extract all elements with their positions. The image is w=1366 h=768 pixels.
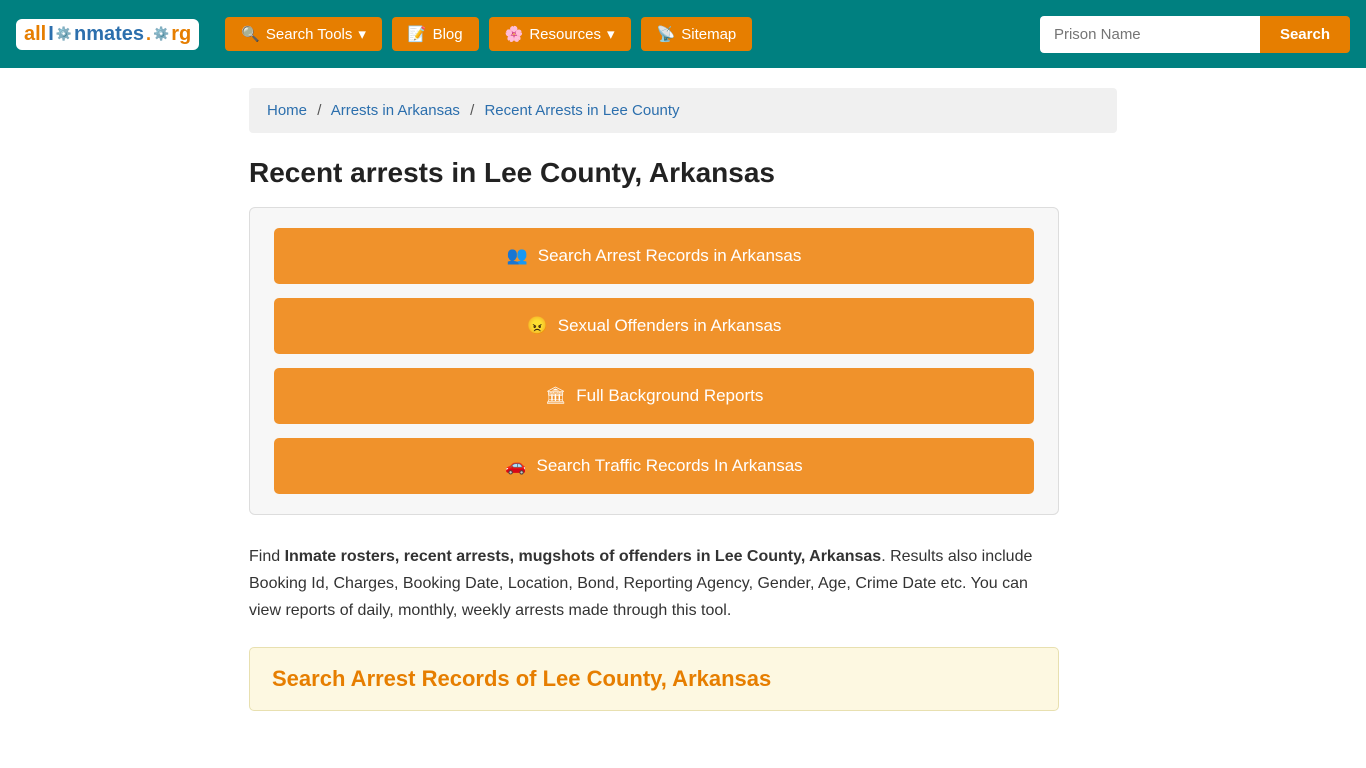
search-tools-chevron-icon: ▾ [358,25,366,43]
resources-label: Resources [529,26,601,43]
breadcrumb-current: Recent Arrests in Lee County [484,102,679,119]
description: Find Inmate rosters, recent arrests, mug… [249,543,1059,625]
traffic-records-label: Search Traffic Records In Arkansas [537,456,803,476]
blog-icon: 📝 [408,25,427,43]
traffic-records-button[interactable]: 🚗 Search Traffic Records In Arkansas [274,438,1034,494]
prison-search-button[interactable]: Search [1260,16,1350,53]
main-content: Home / Arrests in Arkansas / Recent Arre… [233,68,1133,731]
breadcrumb-arrests[interactable]: Arrests in Arkansas [331,102,460,119]
prison-search-wrap: Search [1040,16,1350,53]
sitemap-label: Sitemap [681,26,736,43]
sitemap-icon: 📡 [657,25,676,43]
sexual-offenders-icon: 😠 [527,316,548,336]
resources-button[interactable]: 🌸 Resources ▾ [489,17,631,51]
breadcrumb-home[interactable]: Home [267,102,307,119]
breadcrumb: Home / Arrests in Arkansas / Recent Arre… [267,102,1099,119]
background-reports-icon: 🏛 [545,386,567,406]
action-card: 👥 Search Arrest Records in Arkansas 😠 Se… [249,207,1059,515]
prison-name-input[interactable] [1040,16,1260,53]
sitemap-button[interactable]: 📡 Sitemap [641,17,753,51]
description-intro: Find [249,548,285,565]
logo[interactable]: allI⚙️nmates.⚙️rg [16,19,199,50]
navbar: allI⚙️nmates.⚙️rg 🔍 Search Tools ▾ 📝 Blo… [0,0,1366,68]
resources-chevron-icon: ▾ [607,25,615,43]
search-tools-label: Search Tools [266,26,352,43]
sexual-offenders-button[interactable]: 😠 Sexual Offenders in Arkansas [274,298,1034,354]
search-arrest-label: Search Arrest Records in Arkansas [538,246,802,266]
search-tools-icon: 🔍 [241,25,260,43]
blog-button[interactable]: 📝 Blog [392,17,479,51]
section-heading-wrap: Search Arrest Records of Lee County, Ark… [249,647,1059,711]
blog-label: Blog [433,26,463,43]
background-reports-label: Full Background Reports [576,386,763,406]
section-heading: Search Arrest Records of Lee County, Ark… [272,666,1036,692]
logo-text: all [24,23,46,46]
resources-icon: 🌸 [505,25,524,43]
prison-search-label: Search [1280,26,1330,43]
breadcrumb-sep-2: / [470,102,474,119]
description-bold: Inmate rosters, recent arrests, mugshots… [285,548,882,565]
sexual-offenders-label: Sexual Offenders in Arkansas [558,316,782,336]
search-arrest-button[interactable]: 👥 Search Arrest Records in Arkansas [274,228,1034,284]
traffic-records-icon: 🚗 [505,456,526,476]
page-title: Recent arrests in Lee County, Arkansas [249,157,1117,189]
background-reports-button[interactable]: 🏛 Full Background Reports [274,368,1034,424]
breadcrumb-sep-1: / [317,102,321,119]
breadcrumb-wrap: Home / Arrests in Arkansas / Recent Arre… [249,88,1117,133]
search-tools-button[interactable]: 🔍 Search Tools ▾ [225,17,382,51]
search-arrest-icon: 👥 [507,246,528,266]
